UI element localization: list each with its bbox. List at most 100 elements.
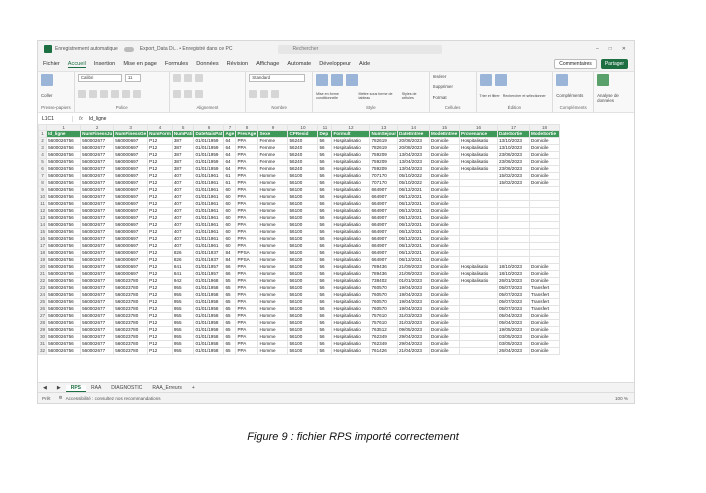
cell[interactable]: 955 xyxy=(171,340,195,348)
cell[interactable]: 19/05/2023 xyxy=(497,326,530,334)
find-select-icon[interactable] xyxy=(494,74,507,86)
cell[interactable]: P12 xyxy=(147,312,173,320)
cell[interactable]: Hospitalisatio xyxy=(331,277,371,285)
cell[interactable]: 5600026756 xyxy=(46,235,82,243)
cell[interactable]: P12 xyxy=(147,256,173,264)
cell[interactable]: 560000697 xyxy=(113,200,149,208)
border-icon[interactable] xyxy=(110,89,119,98)
cell[interactable]: PPA xyxy=(235,165,259,173)
fill-color-icon[interactable] xyxy=(121,89,130,98)
cell[interactable]: 789436 xyxy=(369,263,398,271)
cell[interactable]: 56 xyxy=(317,200,333,208)
cell[interactable]: 19/04/2023 xyxy=(397,284,430,292)
row-number[interactable]: 23 xyxy=(38,284,48,292)
cell[interactable]: 56100 xyxy=(287,298,319,306)
cell[interactable]: 65 xyxy=(223,333,237,341)
cell[interactable]: Domicile xyxy=(429,347,460,355)
cell[interactable]: 5600026756 xyxy=(46,305,82,313)
cell[interactable]: 560000697 xyxy=(113,256,149,264)
cell[interactable]: Hospitalisatio xyxy=(459,277,498,285)
zoom-level[interactable]: 100 % xyxy=(615,396,628,401)
cell[interactable]: 56100 xyxy=(287,207,319,215)
cell[interactable]: 56 xyxy=(317,179,333,187)
cell[interactable]: Homme xyxy=(257,347,289,355)
cell[interactable]: Homme xyxy=(257,291,289,299)
row-number[interactable]: 2 xyxy=(38,137,48,145)
cell[interactable]: Domicile xyxy=(429,340,460,348)
cell[interactable]: 56100 xyxy=(287,172,319,180)
cell[interactable]: PPA xyxy=(235,144,259,152)
cell[interactable]: 60 xyxy=(223,214,237,222)
cell[interactable]: 826 xyxy=(171,256,195,264)
cell[interactable]: 60 xyxy=(223,235,237,243)
cell[interactable]: 407 xyxy=(171,242,195,250)
cell[interactable]: 19/04/2023 xyxy=(397,298,430,306)
cell[interactable]: Domicile xyxy=(429,319,460,327)
cell[interactable]: 841 xyxy=(171,270,195,278)
cell[interactable]: P12 xyxy=(147,298,173,306)
cell[interactable]: 560002677 xyxy=(80,270,115,278)
cell[interactable]: 65 xyxy=(223,298,237,306)
cell[interactable]: 560002677 xyxy=(80,221,115,229)
cell[interactable]: Hospitalisatio xyxy=(459,165,498,173)
cell[interactable] xyxy=(459,312,498,320)
cell[interactable]: PPA xyxy=(235,347,259,355)
cell[interactable]: PPA xyxy=(235,214,259,222)
cell[interactable]: Hospitalisatio xyxy=(331,186,371,194)
row-number[interactable]: 15 xyxy=(38,228,48,236)
cell[interactable]: 560002677 xyxy=(80,165,115,173)
cell[interactable]: 06/12/2021 xyxy=(397,214,430,222)
cell[interactable]: 05/04/2023 xyxy=(497,319,530,327)
cell[interactable]: Homme xyxy=(257,298,289,306)
cell[interactable]: 560002677 xyxy=(80,172,115,180)
cell[interactable]: Hospitalisatio xyxy=(331,340,371,348)
cell[interactable]: Homme xyxy=(257,340,289,348)
cell[interactable]: 560002677 xyxy=(80,340,115,348)
cell[interactable]: 707170 xyxy=(369,172,398,180)
cell[interactable]: 06/12/2021 xyxy=(397,200,430,208)
cell[interactable] xyxy=(459,256,498,264)
cell[interactable]: 60 xyxy=(223,242,237,250)
cell[interactable]: 56100 xyxy=(287,200,319,208)
spreadsheet-grid[interactable]: 1 2 3 4 5 6 7 8 9 10 11 12 13 14 15 16 17 18 1 Id_ligne Num… xyxy=(38,124,634,382)
cell[interactable]: Domicile xyxy=(429,200,460,208)
row-number[interactable]: 29 xyxy=(38,326,48,334)
cell[interactable]: Hospitalisatio xyxy=(331,200,371,208)
search-box[interactable]: Rechercher xyxy=(278,44,443,54)
cell[interactable]: 06/12/2021 xyxy=(397,235,430,243)
cell[interactable]: 09/05/2023 xyxy=(397,326,430,334)
cell[interactable]: 5600026756 xyxy=(46,207,82,215)
cell[interactable]: Hospitalisatio xyxy=(331,193,371,201)
cell[interactable]: 5600026756 xyxy=(46,249,82,257)
cell[interactable]: 65 xyxy=(223,340,237,348)
cell[interactable]: 56 xyxy=(317,333,333,341)
cell[interactable]: 789436 xyxy=(369,270,398,278)
row-number[interactable]: 5 xyxy=(38,158,48,166)
cell[interactable]: Domicile xyxy=(429,186,460,194)
cell[interactable] xyxy=(459,228,498,236)
cell[interactable] xyxy=(529,200,560,208)
cell[interactable]: 01/01/1958 xyxy=(193,291,225,299)
row-number[interactable]: 25 xyxy=(38,298,48,306)
cell[interactable]: Femme xyxy=(257,165,289,173)
cell[interactable]: 56100 xyxy=(287,291,319,299)
cell[interactable]: 56100 xyxy=(287,193,319,201)
cell[interactable]: 01/01/1968 xyxy=(193,277,225,285)
sheet-tab-0[interactable]: RPS xyxy=(65,384,86,392)
tab-8[interactable]: Automate xyxy=(287,61,311,67)
cell[interactable]: 18/10/2023 xyxy=(497,270,530,278)
cell[interactable]: 21/09/2023 xyxy=(397,270,430,278)
cell[interactable]: 560023780 xyxy=(113,333,149,341)
tab-10[interactable]: Aide xyxy=(359,61,370,67)
cell[interactable]: P12 xyxy=(147,179,173,187)
cell[interactable]: Femme xyxy=(257,158,289,166)
cell[interactable]: P12 xyxy=(147,263,173,271)
cell[interactable]: 5600026756 xyxy=(46,144,82,152)
cell[interactable]: 56100 xyxy=(287,249,319,257)
cell[interactable] xyxy=(459,193,498,201)
cell[interactable]: Hospitalisatio xyxy=(459,137,498,145)
cell[interactable]: 01/01/1961 xyxy=(193,172,225,180)
cell[interactable]: Domicile xyxy=(429,144,460,152)
cell[interactable] xyxy=(497,207,530,215)
cell[interactable]: 29/04/2023 xyxy=(397,333,430,341)
